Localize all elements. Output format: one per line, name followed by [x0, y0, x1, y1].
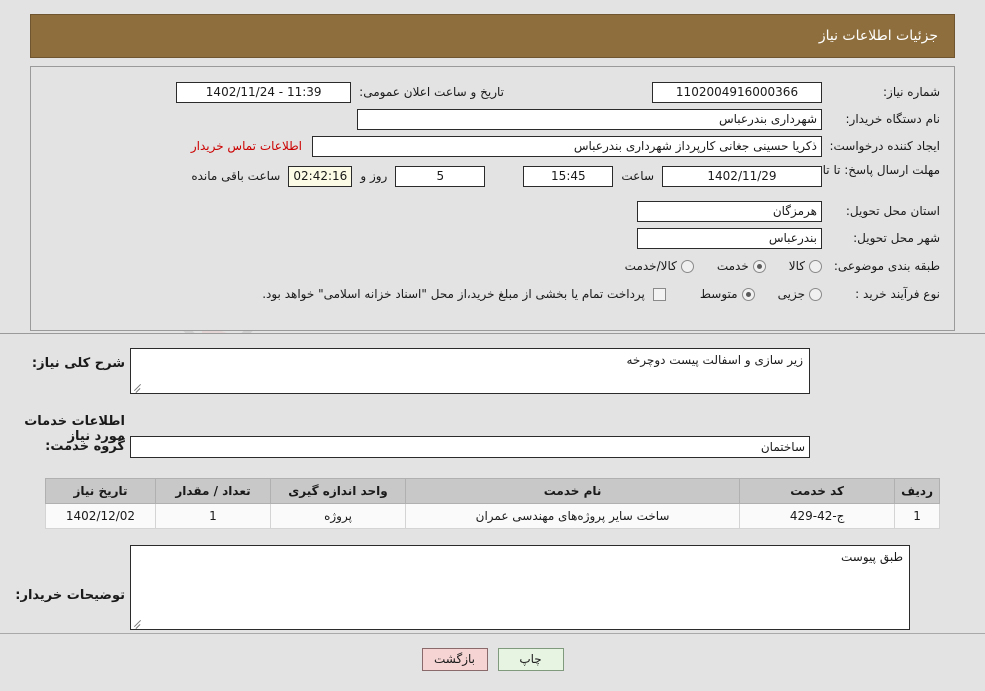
buyer-org-row: نام دستگاه خریدار: شهرداری بندرعباس [357, 108, 940, 130]
deadline-time-value: 15:45 [523, 165, 614, 187]
process-type-radio-group[interactable]: جزیی متوسط [682, 287, 822, 301]
print-button[interactable]: چاپ [497, 648, 564, 671]
cell-name: ساخت سایر پروژه‌های مهندسی عمران [404, 503, 741, 529]
footer-separator [0, 633, 985, 634]
page-header-bar: جزئیات اطلاعات نیاز [30, 14, 955, 58]
remaining-days-value: 5 [395, 165, 486, 187]
buyer-contact-link[interactable]: اطلاعات تماس خریدار [191, 139, 302, 153]
remaining-clock-label: ساعت باقی مانده [191, 169, 281, 183]
requester-row: ایجاد کننده درخواست: ذکریا حسینی جغانی ک… [191, 135, 940, 157]
table-col-quantity: تعداد / مقدار [155, 478, 271, 504]
process-option-label-1: متوسط [699, 287, 738, 301]
deadline-label-block: مهلت ارسال پاسخ: تا تاریخ: [801, 162, 940, 194]
category-label: طبقه بندی موضوعی: [833, 259, 940, 273]
general-desc-value: زیر سازی و اسفالت پیست دوچرخه [626, 353, 803, 367]
cell-date: 1402/12/02 [45, 503, 156, 529]
footer-button-bar: بازگشت چاپ [0, 648, 985, 671]
general-desc-textarea[interactable]: زیر سازی و اسفالت پیست دوچرخه [130, 348, 810, 394]
cell-quantity: 1 [155, 503, 271, 529]
deadline-date-value: 1402/11/29 [662, 165, 822, 187]
need-summary-panel: شماره نیاز: 1102004916000366 تاریخ و ساع… [30, 66, 955, 331]
category-radio-item-1[interactable]: خدمت [717, 259, 766, 273]
process-radio-item-0[interactable]: جزیی [778, 287, 822, 301]
category-option-label-0: کالا [788, 259, 805, 273]
deadline-time-label: ساعت [621, 169, 654, 183]
radio-icon-khedmat[interactable] [752, 259, 766, 273]
requester-label: ایجاد کننده درخواست: [829, 139, 940, 153]
cell-code: ج-42-429 [739, 503, 896, 529]
table-col-unit: واحد اندازه گیری [270, 478, 406, 504]
radio-icon-kala-khedmat[interactable] [680, 259, 694, 273]
requester-value: ذکریا حسینی جغانی کارپرداز شهرداری بندرع… [312, 135, 822, 157]
announce-datetime-row: تاریخ و ساعت اعلان عمومی: 11:39 - 1402/1… [176, 81, 504, 103]
province-value: هرمزگان [637, 200, 822, 222]
treasury-note: پرداخت تمام یا بخشی از مبلغ خرید،از محل … [262, 287, 645, 301]
remaining-clock-value: 02:42:16 [288, 165, 353, 187]
announce-datetime-label: تاریخ و ساعت اعلان عمومی: [359, 85, 504, 99]
resize-grip-icon-notes[interactable] [133, 618, 143, 628]
radio-icon-kala[interactable] [809, 259, 822, 273]
service-group-label: گروه خدمت: [45, 439, 125, 454]
announce-datetime-value: 11:39 - 1402/11/24 [176, 81, 352, 103]
category-radio-group[interactable]: کالا خدمت کالا/خدمت [607, 259, 822, 273]
need-number-value: 1102004916000366 [652, 81, 822, 103]
deadline-date-row: 1402/11/29 ساعت 15:45 5 روز و 02:42:16 س… [191, 165, 822, 187]
province-label: استان محل تحویل: [845, 204, 940, 218]
process-type-label: نوع فرآیند خرید : [855, 287, 940, 301]
buyer-notes-textarea[interactable]: طبق پیوست [130, 545, 910, 630]
buyer-notes-label: توضیحات خریدار: [15, 588, 125, 603]
table-col-index: ردیف [894, 478, 940, 504]
service-group-value: ساختمان [130, 436, 810, 458]
category-row: طبقه بندی موضوعی: کالا خدمت کالا/خدمت [607, 255, 940, 277]
table-col-date: تاریخ نیاز [45, 478, 156, 504]
table-row: 1 ج-42-429 ساخت سایر پروژه‌های مهندسی عم… [45, 503, 940, 529]
table-col-code: کد خدمت [739, 478, 896, 504]
city-label: شهر محل تحویل: [853, 231, 940, 245]
city-row: شهر محل تحویل: بندرعباس [637, 227, 940, 249]
category-option-label-1: خدمت [716, 259, 749, 273]
deadline-label: مهلت ارسال پاسخ: تا تاریخ: [801, 163, 940, 177]
treasury-checkbox[interactable] [652, 287, 666, 301]
radio-icon-jozei[interactable] [809, 287, 822, 301]
table-col-name: نام خدمت [404, 478, 741, 504]
general-desc-label: شرح کلی نیاز: [31, 356, 125, 371]
city-value: بندرعباس [637, 227, 822, 249]
page-title: جزئیات اطلاعات نیاز [818, 28, 938, 44]
page-root: AriaTender.net جزئیات اطلاعات نیاز شماره… [0, 0, 985, 691]
buyer-org-label: نام دستگاه خریدار: [845, 112, 941, 126]
buyer-org-value: شهرداری بندرعباس [357, 108, 822, 130]
table-header-row: ردیف کد خدمت نام خدمت واحد اندازه گیری ت… [45, 478, 940, 504]
process-type-row: نوع فرآیند خرید : جزیی متوسط پرداخت تمام… [262, 283, 940, 305]
resize-grip-icon[interactable] [133, 382, 143, 392]
category-radio-item-0[interactable]: کالا [789, 259, 822, 273]
need-number-row: شماره نیاز: 1102004916000366 [652, 81, 940, 103]
category-option-label-2: کالا/خدمت [624, 259, 677, 273]
category-radio-item-2[interactable]: کالا/خدمت [625, 259, 694, 273]
buyer-notes-value: طبق پیوست [841, 550, 903, 564]
return-button[interactable]: بازگشت [421, 648, 488, 671]
remaining-days-label: روز و [360, 169, 388, 183]
need-number-label: شماره نیاز: [883, 85, 940, 99]
radio-icon-motevaset[interactable] [741, 287, 755, 301]
process-radio-item-1[interactable]: متوسط [700, 287, 755, 301]
cell-index: 1 [894, 503, 940, 529]
process-option-label-0: جزیی [777, 287, 805, 301]
province-row: استان محل تحویل: هرمزگان [637, 200, 940, 222]
cell-unit: پروژه [270, 503, 406, 529]
needs-table: ردیف کد خدمت نام خدمت واحد اندازه گیری ت… [45, 478, 940, 529]
